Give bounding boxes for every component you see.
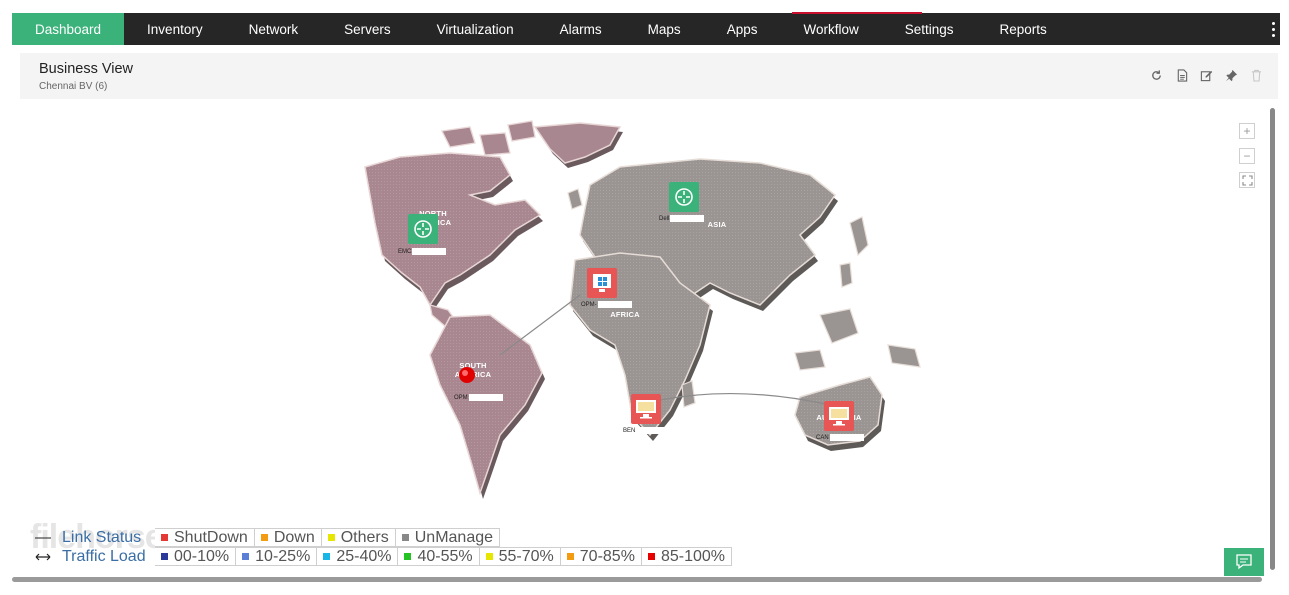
legend-link-status-head: Link Status (30, 528, 155, 547)
fit-screen-icon[interactable] (1239, 172, 1255, 188)
legend-item-40-55: 40-55% (398, 547, 480, 566)
legend-traffic-load-head: Traffic Load (30, 547, 155, 566)
business-view-map[interactable]: NORTH AMERICA SOUTH AMERICA AFRICA ASIA … (20, 105, 1278, 575)
legend-traffic-load-label: Traffic Load (62, 547, 146, 565)
top-nav: Dashboard Inventory Network Servers Virt… (12, 12, 1280, 45)
header-toolbar (1149, 68, 1264, 83)
legend-item-others: Others (321, 528, 396, 547)
zoom-out-button[interactable]: − (1239, 148, 1255, 164)
page-header: Business View Chennai BV (6) (20, 53, 1278, 99)
nav-servers[interactable]: Servers (321, 13, 414, 45)
router-icon (408, 214, 438, 244)
node-label-opm-africa: OPM- (581, 301, 632, 308)
windows-server-icon (587, 268, 617, 298)
node-ben[interactable] (631, 394, 661, 424)
region-label-africa: AFRICA (610, 310, 640, 319)
south-america-landmass (429, 314, 545, 499)
nav-workflow[interactable]: Workflow (780, 13, 881, 45)
refresh-icon[interactable] (1149, 68, 1164, 83)
double-arrow-icon (35, 553, 51, 560)
nav-network[interactable]: Network (226, 13, 322, 45)
region-label-asia: ASIA (707, 220, 727, 229)
node-label-opm-sa: OPM (454, 394, 503, 401)
node-label-dell: Dell (659, 215, 705, 222)
nav-dashboard[interactable]: Dashboard (12, 13, 125, 45)
nav-maps[interactable]: Maps (625, 13, 704, 45)
node-opm-sa[interactable] (458, 366, 476, 384)
desktop-icon (824, 401, 854, 431)
legend-item-55-70: 55-70% (479, 547, 561, 566)
legend-item-85-100: 85-100% (641, 547, 732, 566)
node-opm-africa[interactable] (587, 268, 617, 298)
zoom-in-button[interactable]: + (1239, 123, 1255, 139)
router-icon (669, 182, 699, 212)
trash-icon (1249, 68, 1264, 83)
page-title: Business View (39, 61, 134, 77)
legend-link-status-label: Link Status (62, 528, 142, 546)
legend-item-10-25: 10-25% (236, 547, 318, 566)
legend-traffic-load: Traffic Load 00-10% 10-25% 25-40% 40-55%… (30, 547, 732, 566)
desktop-icon (631, 394, 661, 424)
nav-accent-line (792, 12, 922, 14)
link-line-icon (35, 536, 51, 539)
link-sa-africa[interactable] (499, 294, 581, 356)
nav-virtualization[interactable]: Virtualization (414, 13, 537, 45)
node-label-ben: BEN (623, 427, 671, 434)
legend-item-25-40: 25-40% (317, 547, 399, 566)
nav-alarms[interactable]: Alarms (537, 13, 625, 45)
node-can[interactable] (824, 401, 854, 431)
legend-item-unmanage: UnManage (395, 528, 501, 547)
vertical-scrollbar[interactable] (1270, 108, 1275, 570)
nav-settings[interactable]: Settings (882, 13, 977, 45)
nav-apps[interactable]: Apps (704, 13, 781, 45)
node-emc[interactable] (408, 214, 438, 244)
node-dell[interactable] (669, 182, 699, 212)
legend-item-shutdown: ShutDown (155, 528, 255, 547)
legend-item-70-85: 70-85% (560, 547, 642, 566)
nav-reports[interactable]: Reports (977, 13, 1070, 45)
node-label-emc: EMC (398, 248, 447, 255)
chat-icon (1236, 554, 1252, 570)
alert-icon (459, 367, 475, 383)
edit-icon[interactable] (1199, 68, 1214, 83)
document-icon[interactable] (1174, 68, 1189, 83)
chat-button[interactable] (1224, 548, 1264, 576)
world-map-canvas (364, 120, 921, 499)
page-subtitle: Chennai BV (6) (39, 81, 108, 92)
nav-inventory[interactable]: Inventory (124, 13, 226, 45)
legend-link-status: Link Status ShutDown Down Others UnManag… (30, 528, 501, 547)
legend-item-down: Down (254, 528, 322, 547)
horizontal-scrollbar[interactable] (12, 577, 1262, 582)
node-label-can: CAN (816, 434, 864, 441)
legend-item-00-10: 00-10% (155, 547, 237, 566)
kebab-menu-icon[interactable] (1266, 13, 1280, 45)
pin-icon[interactable] (1224, 68, 1239, 83)
